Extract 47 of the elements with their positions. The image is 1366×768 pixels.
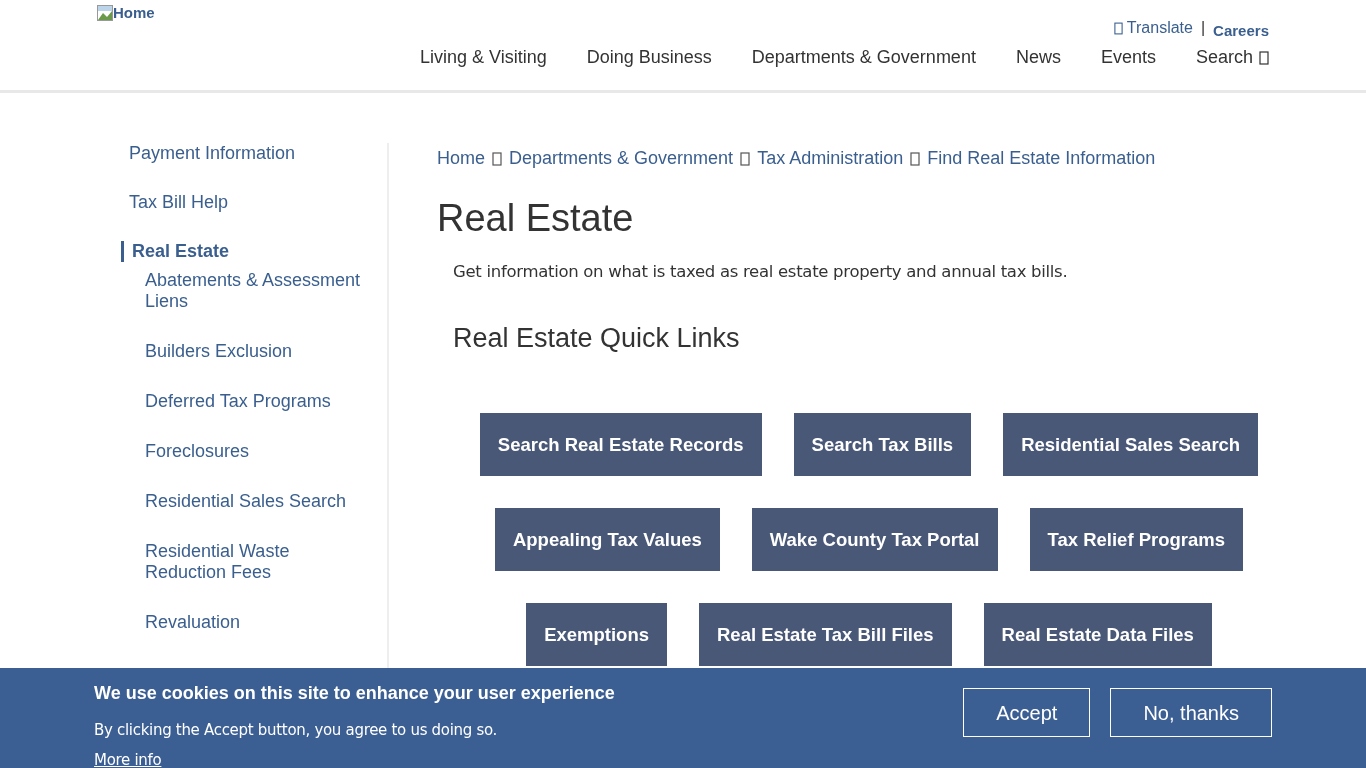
- intro-text: Get information on what is taxed as real estate property and annual tax bills.: [453, 260, 1069, 283]
- decline-button[interactable]: No, thanks: [1110, 688, 1272, 737]
- sidebar-sublink[interactable]: Foreclosures: [121, 441, 371, 491]
- sidebar-link[interactable]: Tax Bill Help: [121, 192, 387, 241]
- sidebar-sublink[interactable]: Deferred Tax Programs: [121, 391, 371, 441]
- section-heading: Real Estate Quick Links: [453, 322, 741, 355]
- nav-link[interactable]: News: [1015, 44, 1061, 71]
- more-info-link[interactable]: More info: [94, 750, 162, 768]
- banner-title: We use cookies on this site to enhance your user experience: [94, 682, 615, 705]
- box-icon: [1113, 21, 1123, 35]
- sidebar-sublink[interactable]: Residential Sales Search: [121, 491, 371, 541]
- breadcrumb-link[interactable]: Departments & Government: [509, 145, 734, 172]
- translate-link[interactable]: Translate: [1113, 16, 1193, 41]
- separator: |: [1200, 18, 1206, 39]
- sidebar-sublink[interactable]: Residential Waste Reduction Fees: [121, 541, 371, 612]
- sidebar-sublink[interactable]: Revaluation: [121, 612, 371, 662]
- breadcrumb-link[interactable]: Tax Administration: [757, 145, 904, 172]
- sidebar-sublink[interactable]: Abatements & Assessment Liens: [121, 270, 371, 341]
- box-icon: [492, 151, 502, 166]
- quick-link-button[interactable]: Tax Relief Programs: [1029, 507, 1244, 571]
- quick-link-button[interactable]: Real Estate Tax Bill Files: [699, 602, 952, 666]
- nav-link[interactable]: Doing Business: [586, 44, 712, 71]
- search-link[interactable]: Search: [1195, 44, 1269, 71]
- box-icon: [910, 151, 921, 166]
- box-icon: [740, 151, 751, 166]
- quick-link-button[interactable]: Search Real Estate Records: [479, 412, 762, 476]
- nav-link[interactable]: Departments & Government: [751, 44, 976, 71]
- quick-link-button[interactable]: Appealing Tax Values: [494, 507, 720, 571]
- quick-link-button[interactable]: Wake County Tax Portal: [751, 507, 998, 571]
- utility-link[interactable]: Careers: [1213, 20, 1269, 43]
- nav-link[interactable]: Living & Visiting: [419, 44, 547, 71]
- breadcrumb-link[interactable]: Home: [437, 145, 485, 172]
- nav-link[interactable]: Events: [1100, 44, 1156, 71]
- sidebar-link[interactable]: Payment Information: [121, 143, 387, 192]
- quick-link-button[interactable]: Exemptions: [526, 602, 667, 666]
- quick-link-button[interactable]: Search Tax Bills: [793, 412, 972, 476]
- box-icon: [1259, 50, 1269, 65]
- quick-link-button[interactable]: Residential Sales Search: [1003, 412, 1259, 476]
- quick-link-button[interactable]: Real Estate Data Files: [983, 602, 1212, 666]
- banner-text: By clicking the Accept button, you agree to us doing so.: [94, 720, 499, 741]
- home-link[interactable]: Home: [97, 2, 155, 25]
- sidebar-link[interactable]: Real Estate: [121, 241, 387, 262]
- sidebar-sublink[interactable]: Builders Exclusion: [121, 341, 371, 391]
- broken-image-icon: [97, 5, 113, 22]
- breadcrumb-link[interactable]: Find Real Estate Information: [927, 145, 1156, 172]
- accept-button[interactable]: Accept: [963, 688, 1091, 737]
- page-title: Real Estate: [437, 196, 635, 241]
